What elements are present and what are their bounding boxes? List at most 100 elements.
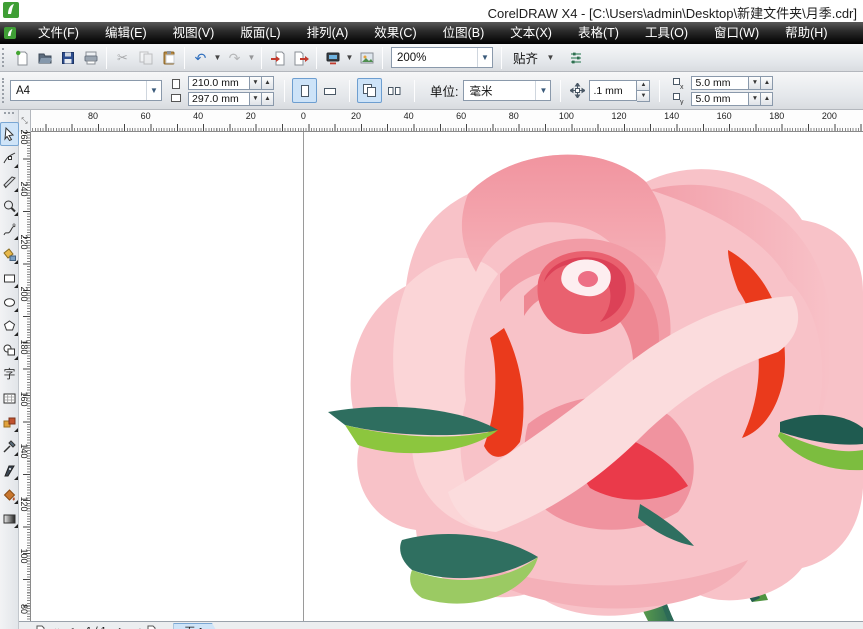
options-button[interactable] — [564, 46, 587, 69]
polygon-tool[interactable] — [0, 314, 19, 338]
nudge-offset-icon — [570, 83, 585, 98]
eyedropper-tool[interactable] — [0, 434, 19, 458]
menu-item[interactable]: 帮助(H) — [772, 22, 840, 44]
redo-button[interactable]: ↷ — [223, 46, 246, 69]
fill-tool[interactable] — [0, 482, 19, 506]
ellipse-tool[interactable] — [0, 290, 19, 314]
crop-tool[interactable] — [0, 170, 19, 194]
menu-item[interactable]: 工具(O) — [632, 22, 701, 44]
next-page-button[interactable]: ▶ — [114, 623, 129, 629]
snap-to-dropdown[interactable]: ▼ — [545, 46, 556, 69]
new-button[interactable] — [10, 46, 33, 69]
ruler-label: 160 — [19, 379, 29, 419]
menu-item[interactable]: 视图(V) — [160, 22, 228, 44]
nudge-offset-field[interactable]: .1 mm — [589, 80, 637, 101]
menu-item[interactable]: 窗口(W) — [701, 22, 772, 44]
ruler-label: 60 — [141, 111, 151, 121]
duplicate-x-down[interactable]: ▼ — [749, 76, 761, 90]
application-launcher-button[interactable] — [321, 46, 344, 69]
save-button[interactable] — [56, 46, 79, 69]
document-icon[interactable] — [3, 26, 17, 40]
toolbar-grip[interactable] — [2, 48, 7, 67]
drawing-canvas[interactable] — [31, 132, 863, 621]
first-page-button[interactable]: ⏮ — [48, 623, 63, 629]
last-page-button[interactable]: ⏭ — [129, 623, 144, 629]
paper-height-down[interactable]: ▼ — [250, 92, 262, 106]
paper-width-down[interactable]: ▼ — [250, 76, 262, 90]
duplicate-y-up[interactable]: ▲ — [761, 92, 773, 106]
freehand-tool[interactable] — [0, 218, 19, 242]
smart-fill-tool[interactable] — [0, 242, 19, 266]
interactive-fill-tool[interactable] — [0, 506, 19, 530]
units-combo[interactable]: 毫米 ▼ — [463, 80, 551, 101]
page-position: 1 / 1 — [78, 625, 114, 629]
pick-tool[interactable] — [0, 122, 19, 146]
prev-page-button[interactable]: ◀ — [63, 623, 78, 629]
portrait-button[interactable] — [292, 78, 317, 103]
menu-item[interactable]: 位图(B) — [430, 22, 498, 44]
paste-button[interactable] — [157, 46, 180, 69]
cut-button[interactable]: ✂ — [111, 46, 134, 69]
ruler-label: 120 — [611, 111, 626, 121]
menu-item[interactable]: 效果(C) — [361, 22, 429, 44]
menu-item[interactable]: 版面(L) — [227, 22, 293, 44]
duplicate-y-field[interactable]: 5.0 mm — [691, 92, 749, 106]
landscape-button[interactable] — [317, 78, 342, 103]
paper-width-field[interactable]: 210.0 mm — [188, 76, 250, 90]
ruler-label: 60 — [456, 111, 466, 121]
menu-item[interactable]: 文本(X) — [497, 22, 565, 44]
application-launcher-dropdown[interactable]: ▼ — [344, 46, 355, 69]
vertical-ruler[interactable]: 26024022020018016014012010080 — [19, 132, 31, 621]
duplicate-x-up[interactable]: ▲ — [761, 76, 773, 90]
basic-shapes-tool[interactable] — [0, 338, 19, 362]
ruler-label: 180 — [769, 111, 784, 121]
paper-width-up[interactable]: ▲ — [262, 76, 274, 90]
menu-item[interactable]: 表格(T) — [565, 22, 632, 44]
outline-tool[interactable] — [0, 458, 19, 482]
add-page-button[interactable] — [33, 623, 48, 629]
copy-button[interactable] — [134, 46, 157, 69]
import-button[interactable] — [266, 46, 289, 69]
blend-tool[interactable] — [0, 410, 19, 434]
all-pages-button[interactable] — [357, 78, 382, 103]
chevron-down-icon[interactable]: ▼ — [477, 48, 492, 67]
ruler-label: 40 — [193, 111, 203, 121]
undo-dropdown[interactable]: ▼ — [212, 46, 223, 69]
print-button[interactable] — [79, 46, 102, 69]
zoom-level-combo[interactable]: 200% ▼ — [391, 47, 493, 68]
duplicate-x-field[interactable]: 5.0 mm — [691, 76, 749, 90]
menu-item[interactable]: 文件(F) — [25, 22, 92, 44]
menu-item[interactable]: 编辑(E) — [92, 22, 160, 44]
shape-tool[interactable] — [0, 146, 19, 170]
snap-to-button[interactable]: 贴齐 — [506, 46, 545, 69]
zoom-tool[interactable] — [0, 194, 19, 218]
menu-item[interactable]: 排列(A) — [294, 22, 362, 44]
rose-artwork[interactable] — [300, 132, 863, 621]
text-tool[interactable]: 字 — [0, 362, 19, 386]
ruler-label: 80 — [88, 111, 98, 121]
ruler-label: 240 — [19, 169, 29, 209]
nudge-up[interactable]: ▲ — [637, 80, 650, 92]
nudge-down[interactable]: ▼ — [637, 91, 650, 102]
rectangle-tool[interactable] — [0, 266, 19, 290]
duplicate-y-down[interactable]: ▼ — [749, 92, 761, 106]
add-page-button[interactable] — [144, 623, 159, 629]
paper-preset-combo[interactable]: A4 ▼ — [10, 80, 162, 101]
paper-height-field[interactable]: 297.0 mm — [188, 92, 250, 106]
horizontal-ruler[interactable]: 80604020020406080100120140160180200 — [19, 110, 863, 132]
facing-pages-button[interactable] — [382, 78, 407, 103]
redo-dropdown[interactable]: ▼ — [246, 46, 257, 69]
chevron-down-icon[interactable]: ▼ — [535, 81, 550, 100]
toolbox: 字 — [0, 110, 19, 629]
export-button[interactable] — [289, 46, 312, 69]
toolbox-grip[interactable] — [4, 112, 14, 120]
page-tab[interactable]: 页 1 — [173, 623, 220, 629]
welcome-screen-button[interactable] — [355, 46, 378, 69]
open-button[interactable] — [33, 46, 56, 69]
propbar-grip[interactable] — [2, 78, 7, 104]
table-tool[interactable] — [0, 386, 19, 410]
paper-height-icon — [170, 92, 182, 104]
chevron-down-icon[interactable]: ▼ — [146, 81, 161, 100]
undo-button[interactable]: ↶ — [189, 46, 212, 69]
paper-height-up[interactable]: ▲ — [262, 92, 274, 106]
